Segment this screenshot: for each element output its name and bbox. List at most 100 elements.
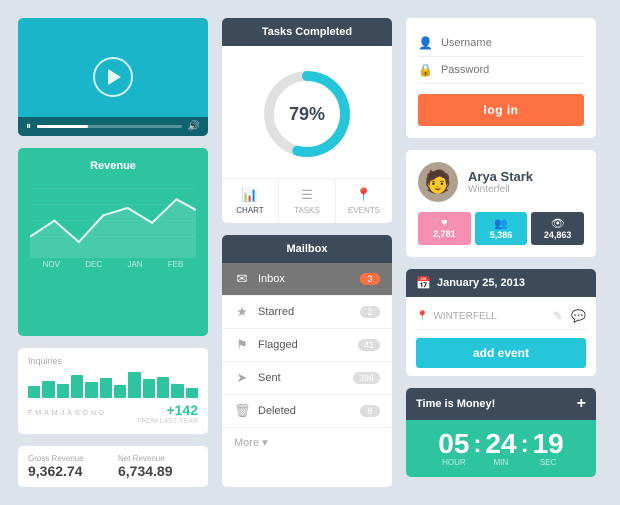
chart-label-dec: DEC [85, 260, 102, 269]
stat-likes[interactable]: ♥ 2,781 [418, 212, 471, 245]
bar-6 [100, 378, 112, 398]
avatar-image: 🧑 [424, 171, 451, 193]
add-event-button[interactable]: add event [416, 338, 586, 368]
followers-value: 5,386 [479, 230, 524, 240]
profile-text: Arya Stark Winterfell [468, 169, 533, 195]
deleted-label: Deleted [258, 405, 352, 417]
timer-title: Time is Money! [416, 398, 495, 410]
events-nav-label: EVENTS [348, 206, 380, 215]
views-value: 24,863 [535, 230, 580, 240]
mailbox-header: Mailbox [222, 235, 392, 263]
timer-plus-button[interactable]: + [577, 395, 586, 413]
tasks-nav-tasks[interactable]: ☰ TASKS [279, 179, 336, 223]
timer-min-label: MIN [485, 458, 516, 467]
mail-item-starred[interactable]: ★ Starred 2 [222, 296, 392, 329]
tasks-nav: 📊 CHART ☰ TASKS 📍 EVENTS [222, 178, 392, 223]
timer-secs-unit: 19 SEC [533, 430, 564, 467]
column-2: Tasks Completed 79% 📊 CHART ☰ TASKS 📍 EV… [222, 18, 392, 487]
stat-followers[interactable]: 👥 5,386 [475, 212, 528, 245]
lock-icon: 🔒 [418, 63, 433, 77]
timer-mins: 24 [485, 430, 516, 458]
inq-right: +142 FROM LAST YEAR [137, 402, 198, 426]
profile-name: Arya Stark [468, 169, 533, 184]
timer-hours: 05 [438, 430, 469, 458]
avatar: 🧑 [418, 162, 458, 202]
chart-nav-label: CHART [236, 206, 263, 215]
timer-hours-unit: 05 HOUR [438, 430, 469, 467]
password-field: 🔒 [418, 57, 584, 84]
pause-icon[interactable]: ⏸ [26, 121, 31, 132]
inbox-label: Inbox [258, 273, 352, 285]
video-player: ⏸ 🔊 [18, 18, 208, 136]
mail-more[interactable]: More ▾ [222, 428, 392, 457]
tasks-nav-events[interactable]: 📍 EVENTS [336, 179, 392, 223]
tasks-nav-icon: ☰ [301, 187, 313, 203]
deleted-count: 8 [360, 405, 380, 417]
bar-12 [186, 388, 198, 398]
message-icon[interactable]: 💬 [571, 309, 586, 323]
users-icon: 👥 [479, 217, 524, 230]
timer-sec-label: SEC [533, 458, 564, 467]
edit-icon[interactable]: ✎ [553, 309, 563, 323]
chart-label-jan: JAN [127, 260, 142, 269]
bar-3 [57, 384, 69, 398]
sent-count: 394 [353, 372, 380, 384]
location-text: WINTERFELL [433, 311, 496, 322]
chart-label-nov: NOV [43, 260, 60, 269]
calendar-icon: 📅 [416, 276, 431, 290]
inquiries-section: Inquiries F M A M J A S O [18, 348, 208, 434]
column-1: ⏸ 🔊 Revenue NOV DEC JAN FEB [18, 18, 208, 487]
calendar-date: January 25, 2013 [437, 277, 525, 289]
tasks-nav-label: TASKS [294, 206, 320, 215]
profile-card: 🧑 Arya Stark Winterfell ♥ 2,781 👥 5,386 … [406, 150, 596, 257]
bar-4 [71, 375, 83, 397]
donut-container: 79% [222, 46, 392, 178]
gross-label: Gross Revenue [28, 454, 108, 463]
video-controls: ⏸ 🔊 [18, 117, 208, 136]
chart-x-labels: NOV DEC JAN FEB [30, 260, 196, 269]
calendar-actions: ✎ 💬 [553, 309, 586, 323]
gross-revenue: Gross Revenue 9,362.74 [28, 454, 108, 479]
gross-value: 9,362.74 [28, 463, 108, 479]
profile-info: 🧑 Arya Stark Winterfell [418, 162, 584, 202]
tasks-nav-chart[interactable]: 📊 CHART [222, 179, 279, 223]
timer-card: Time is Money! + 05 HOUR : 24 MIN : 19 S… [406, 388, 596, 477]
chart-area [30, 178, 196, 258]
flagged-count: 41 [358, 339, 380, 351]
flagged-icon: ⚑ [234, 337, 250, 353]
bar-5 [85, 382, 97, 397]
deleted-icon: 🗑 [234, 403, 250, 419]
login-button[interactable]: log in [418, 94, 584, 126]
tasks-header: Tasks Completed [222, 18, 392, 46]
inbox-count: 3 [360, 273, 380, 285]
inq-count: +142 [137, 402, 198, 418]
user-icon: 👤 [418, 36, 433, 50]
sent-icon: ➤ [234, 370, 250, 386]
bar-10 [157, 377, 169, 398]
username-input[interactable] [441, 37, 584, 49]
password-input[interactable] [441, 64, 584, 76]
play-icon [108, 69, 121, 85]
stat-views[interactable]: 👁 24,863 [531, 212, 584, 245]
tasks-card: Tasks Completed 79% 📊 CHART ☰ TASKS 📍 EV… [222, 18, 392, 223]
mail-item-flagged[interactable]: ⚑ Flagged 41 [222, 329, 392, 362]
timer-sep-1: : [473, 431, 481, 467]
mail-item-deleted[interactable]: 🗑 Deleted 8 [222, 395, 392, 428]
bar-chart [28, 370, 198, 398]
inq-from-label: FROM LAST YEAR [137, 418, 198, 426]
login-card: 👤 🔒 log in [406, 18, 596, 138]
donut-label: 79% [289, 104, 325, 125]
likes-value: 2,781 [422, 229, 467, 239]
volume-icon[interactable]: 🔊 [188, 121, 200, 132]
play-button[interactable] [93, 57, 133, 97]
mail-item-inbox[interactable]: ✉ Inbox 3 [222, 263, 392, 296]
timer-secs: 19 [533, 430, 564, 458]
calendar-body: 📍 WINTERFELL ✎ 💬 add event [406, 297, 596, 376]
progress-bar[interactable] [37, 125, 182, 128]
calendar-card: 📅 January 25, 2013 📍 WINTERFELL ✎ 💬 add … [406, 269, 596, 376]
mail-item-sent[interactable]: ➤ Sent 394 [222, 362, 392, 395]
starred-label: Starred [258, 306, 352, 318]
timer-display: 05 HOUR : 24 MIN : 19 SEC [406, 420, 596, 477]
inbox-icon: ✉ [234, 271, 250, 287]
timer-mins-unit: 24 MIN [485, 430, 516, 467]
